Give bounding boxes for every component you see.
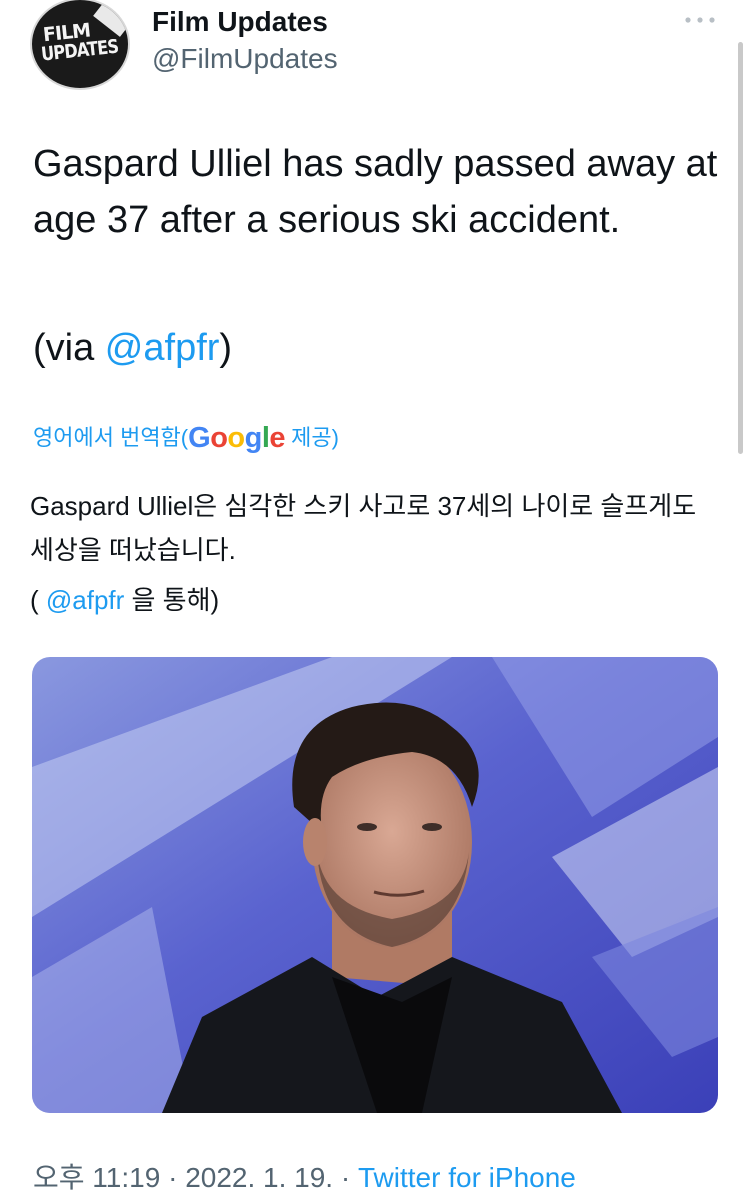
translated-via-suffix: 을 통해): [124, 585, 220, 615]
author-display-name[interactable]: Film Updates: [152, 6, 328, 38]
translated-text: Gaspard Ulliel은 심각한 스키 사고로 37세의 나이로 슬프게도…: [30, 491, 697, 565]
via-prefix: (via: [33, 327, 105, 369]
tweet-detail-page: FILM UPDATES Film Updates @FilmUpdates G…: [0, 0, 750, 1196]
tweet-text: Gaspard Ulliel has sadly passed away at …: [33, 143, 718, 241]
tweet-photo[interactable]: [32, 657, 718, 1113]
avatar-logo-line2: UPDATES: [40, 35, 120, 66]
more-horizontal-icon[interactable]: [682, 10, 718, 30]
translation-label-prefix: 영어에서 번역함(: [33, 425, 189, 450]
avatar[interactable]: FILM UPDATES: [30, 0, 130, 90]
google-logo: Google: [188, 422, 286, 454]
meta-separator-1: ·: [160, 1162, 186, 1193]
tweet-date: 2022. 1. 19.: [185, 1162, 334, 1193]
tweet-via-line: (via @afpfr): [33, 320, 232, 376]
scroll-indicator[interactable]: [738, 42, 743, 454]
mention-link-afpfr[interactable]: @afpfr: [105, 327, 220, 369]
translation-attribution[interactable]: 영어에서 번역함(Google 제공): [33, 420, 339, 456]
translated-mention-link-afpfr[interactable]: @afpfr: [46, 585, 124, 615]
meta-separator-2: ·: [333, 1162, 358, 1193]
translated-via-prefix: (: [30, 585, 46, 615]
translation-label-suffix: 제공): [285, 425, 339, 450]
translated-via-line: ( @afpfr 을 통해): [30, 580, 219, 620]
avatar-logo: FILM UPDATES: [38, 17, 128, 66]
tweet-source-link[interactable]: Twitter for iPhone: [358, 1162, 576, 1193]
tweet-metadata: 오후 11:19 · 2022. 1. 19. · Twitter for iP…: [33, 1158, 576, 1196]
author-handle[interactable]: @FilmUpdates: [152, 43, 338, 75]
portrait-photo-icon: [32, 657, 718, 1113]
via-suffix: ): [219, 327, 233, 369]
tweet-time: 오후 11:19: [33, 1162, 161, 1193]
